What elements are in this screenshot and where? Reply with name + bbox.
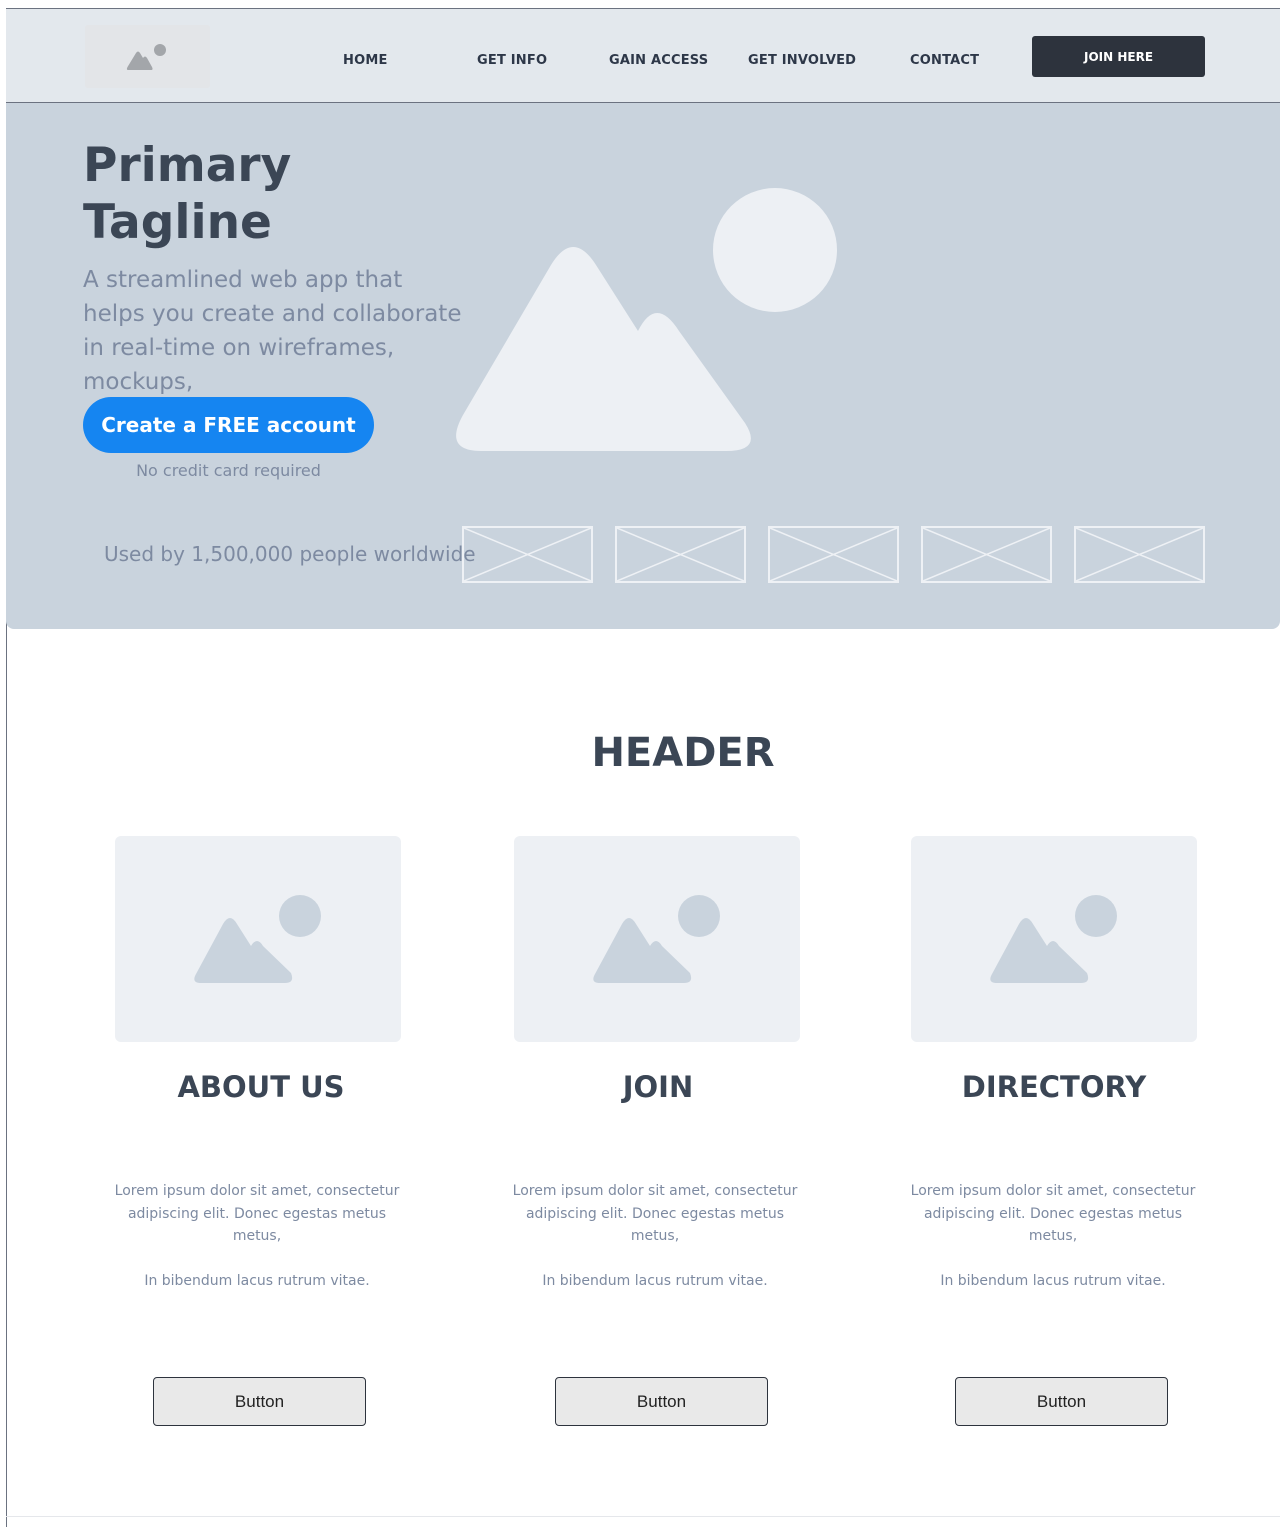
partner-logo-placeholder <box>462 526 593 583</box>
nav-home[interactable]: HOME <box>343 53 388 68</box>
nav-contact[interactable]: CONTACT <box>910 53 979 68</box>
top-navigation: HOME GET INFO GAIN ACCESS GET INVOLVED C… <box>6 8 1280 103</box>
partner-logo-placeholder <box>921 526 1052 583</box>
card-image-about-us <box>115 836 401 1042</box>
section-header: HEADER <box>591 730 775 776</box>
card-text-about-us: Lorem ipsum dolor sit amet, consectetur … <box>107 1180 407 1292</box>
join-here-button[interactable]: JOIN HERE <box>1032 36 1205 77</box>
card-image-directory <box>911 836 1197 1042</box>
card-button-about-us[interactable]: Button <box>153 1377 366 1426</box>
image-placeholder-icon <box>593 895 720 983</box>
hero-title-line2: Tagline <box>83 195 272 250</box>
card-text-paragraph: In bibendum lacus rutrum vitae. <box>144 1272 370 1289</box>
card-text-paragraph: In bibendum lacus rutrum vitae. <box>940 1272 1166 1289</box>
card-text-join: Lorem ipsum dolor sit amet, consectetur … <box>505 1180 805 1292</box>
card-text-paragraph: Lorem ipsum dolor sit amet, consectetur … <box>512 1183 798 1244</box>
cta-note: No credit card required <box>136 461 321 480</box>
image-placeholder-icon <box>126 44 166 70</box>
used-by-text: Used by 1,500,000 people worldwide <box>104 542 476 566</box>
footer-divider <box>6 1516 1280 1517</box>
nav-get-info[interactable]: GET INFO <box>477 53 547 68</box>
card-text-directory: Lorem ipsum dolor sit amet, consectetur … <box>903 1180 1203 1292</box>
hero-section: Primary Tagline A streamlined web app th… <box>6 103 1280 629</box>
card-text-paragraph: Lorem ipsum dolor sit amet, consectetur … <box>114 1183 400 1244</box>
image-placeholder-icon <box>990 895 1117 983</box>
partner-logo-placeholder <box>768 526 899 583</box>
partner-logo-placeholder <box>615 526 746 583</box>
hero-subtitle: A streamlined web app that helps you cre… <box>83 267 462 395</box>
card-button-join[interactable]: Button <box>555 1377 768 1426</box>
nav-get-involved[interactable]: GET INVOLVED <box>748 53 856 68</box>
card-image-join <box>514 836 800 1042</box>
card-title-directory: DIRECTORY <box>961 1070 1147 1104</box>
card-title-join: JOIN <box>622 1070 694 1104</box>
logo[interactable] <box>85 25 210 88</box>
create-account-button[interactable]: Create a FREE account <box>83 397 374 453</box>
hero-title-line1: Primary <box>83 138 292 193</box>
hero-title: Primary Tagline <box>83 137 413 251</box>
image-placeholder-icon <box>194 895 321 983</box>
partner-logo-placeholder <box>1074 526 1205 583</box>
card-text-paragraph: Lorem ipsum dolor sit amet, consectetur … <box>910 1183 1196 1244</box>
nav-gain-access[interactable]: GAIN ACCESS <box>609 53 708 68</box>
card-title-about-us: ABOUT US <box>177 1070 345 1104</box>
card-text-paragraph: In bibendum lacus rutrum vitae. <box>542 1272 768 1289</box>
mountain-sun-image-icon <box>456 188 837 451</box>
card-button-directory[interactable]: Button <box>955 1377 1168 1426</box>
